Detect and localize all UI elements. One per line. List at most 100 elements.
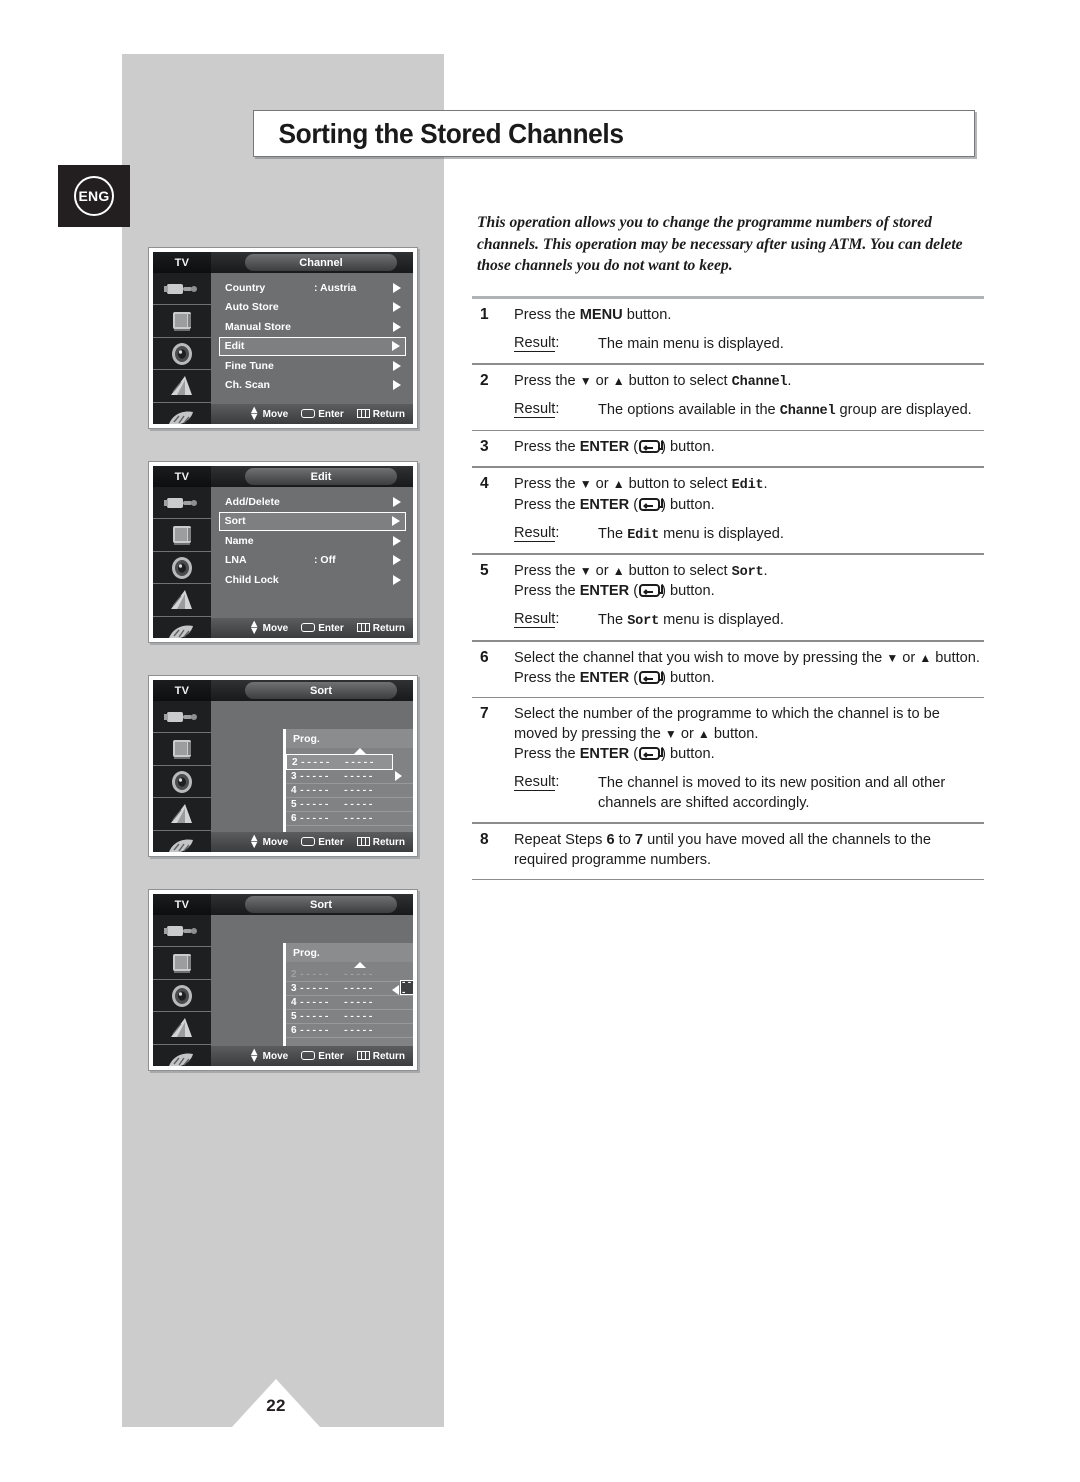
- osd-screenshot-sort-move: TV Sort Prog. 2 ----- ----- 3 ----- ----- 4 ----- -…: [148, 889, 418, 1071]
- chevron-right-icon: [393, 535, 401, 546]
- result-row: Result: The main menu is displayed.: [514, 334, 984, 355]
- enter-key-icon: [301, 408, 316, 420]
- step-body: Press the MENU button. Result: The main me…: [514, 306, 984, 355]
- body-text: ) button.: [661, 746, 715, 763]
- result-row: Result: The Sort menu is displayed.: [514, 611, 984, 632]
- osd-menu-item[interactable]: Country: Austria: [219, 278, 406, 298]
- osd-hint-return: Return: [356, 1050, 405, 1062]
- plug-icon: [153, 915, 211, 948]
- osd-menu-item[interactable]: Sort: [219, 511, 406, 531]
- speaker-icon: [153, 338, 211, 371]
- osd-menu-item-value: : Off: [314, 554, 336, 567]
- osd-sort-row-field2: -----: [343, 799, 375, 810]
- osd-menu-item-label: Fine Tune: [225, 359, 274, 372]
- osd-footer-hints: ▲ ▼ Move Enter Return: [211, 1046, 413, 1066]
- osd-menu-item-label: Auto Store: [225, 301, 279, 314]
- osd-sort-row[interactable]: 6 ----- -----: [286, 812, 413, 826]
- osd-menu-item[interactable]: Child Lock: [219, 570, 406, 590]
- emphasis-text: ENTER: [579, 439, 630, 456]
- step-body: Press the ▼ or ▲ button to select Channe…: [514, 372, 984, 422]
- osd-sort-row-number: 6: [291, 1025, 297, 1036]
- tv-set-icon: [153, 733, 211, 766]
- osd-content: Country: Austria Auto Store Manual Store Ed…: [211, 273, 413, 424]
- osd-menu-item[interactable]: Ch. Scan: [219, 376, 406, 396]
- step-body: Press the ENTER () button.: [514, 438, 984, 458]
- osd-menu-item[interactable]: Add/Delete: [219, 492, 406, 512]
- direction-arrow-icon: ▼: [579, 476, 592, 491]
- osd-hint-label: Enter: [318, 622, 344, 634]
- osd-sort-row[interactable]: 2 ----- -----: [286, 968, 413, 982]
- body-text: button to select: [624, 562, 732, 579]
- body-text: (: [629, 583, 639, 600]
- osd-sort-row-field2: -----: [343, 997, 375, 1008]
- osd-footer-hints: ▲ ▼ Move Enter Return: [211, 618, 413, 638]
- osd-sort-row[interactable]: 4 ----- -----: [286, 996, 413, 1010]
- osd-sort-row[interactable]: 4 ----- -----: [286, 784, 413, 798]
- osd-hint-label: Return: [372, 408, 405, 420]
- step-3: 3 Press the ENTER () button.: [472, 431, 984, 466]
- osd-hint-move: ▲ ▼ Move: [249, 405, 288, 423]
- osd-sort-row-field1: -----: [299, 983, 331, 994]
- up-down-arrows-icon: ▲ ▼: [248, 1046, 260, 1065]
- osd-sort-panel: Prog. 2 ----- ----- 3 ----- ----- 4 ----- ----- 5-…: [283, 729, 413, 839]
- chevron-right-icon: [393, 321, 401, 332]
- up-down-arrows-icon: ▲ ▼: [248, 618, 260, 637]
- osd-menu-item-value: : Austria: [314, 281, 357, 294]
- osd-top-bar: TV Sort: [153, 894, 413, 915]
- step-number: 1: [480, 306, 489, 323]
- osd-menu-item[interactable]: LNA : Off: [219, 551, 406, 571]
- chevron-right-icon: [393, 555, 401, 566]
- body-text: menu is displayed.: [659, 525, 784, 542]
- osd-menu-item[interactable]: Edit: [219, 336, 406, 356]
- body-text: ) button.: [661, 439, 715, 456]
- step-body: Select the channel that you wish to move…: [514, 649, 984, 689]
- osd-top-bar: TV Edit: [153, 466, 413, 487]
- emphasis-text: 6: [606, 831, 615, 848]
- osd-sort-rows: 2 ----- ----- 3 ----- ----- 4 ----- ----- 5 ----- -…: [286, 962, 413, 1053]
- result-text: The options available in the Channel gro…: [598, 401, 984, 422]
- osd-source-label: TV: [153, 466, 211, 487]
- body-text: (: [629, 439, 639, 456]
- osd-sort-row[interactable]: 5 ----- -----: [286, 1010, 413, 1024]
- feature-icon: [153, 1012, 211, 1045]
- page-number: 22: [266, 1396, 286, 1415]
- osd-sort-row[interactable]: 2 ----- -----: [286, 754, 393, 770]
- emphasis-text: MENU: [579, 307, 623, 323]
- page-title: Sorting the Stored Channels: [278, 117, 624, 149]
- osd-icon-rail: [153, 701, 211, 852]
- step-instruction-line: Press the ENTER () button.: [514, 438, 984, 458]
- osd-menu-item[interactable]: Name: [219, 531, 406, 551]
- direction-arrow-icon: ▲: [612, 476, 625, 491]
- body-text: The options available in the: [598, 402, 780, 419]
- osd-sort-row[interactable]: 5 ----- -----: [286, 798, 413, 812]
- menu-bars-icon: [356, 408, 370, 420]
- osd-hint-enter: Enter: [301, 1050, 344, 1062]
- osd-menu-item[interactable]: Auto Store: [219, 298, 406, 318]
- osd-sort-row-number: 2: [292, 756, 298, 768]
- step-instruction-line: Press the ENTER () button.: [514, 496, 984, 516]
- osd-menu-item[interactable]: Fine Tune: [219, 356, 406, 376]
- osd-menu-title: Channel: [245, 254, 397, 271]
- osd-inner: TV Channel Country: Austria Auto Store Manua…: [153, 252, 413, 424]
- direction-arrow-icon: ▲: [919, 650, 932, 665]
- feature-icon: [153, 370, 211, 403]
- osd-menu-item[interactable]: Manual Store: [219, 317, 406, 337]
- step-body: Press the ▼ or ▲ button to select Sort. P…: [514, 562, 984, 632]
- osd-moving-channel-box: ----- -----: [400, 978, 413, 998]
- osd-sort-rows: 2 ----- ----- 3 ----- ----- 4 ----- ----- 5 ----- -…: [286, 748, 413, 839]
- body-text: .: [787, 372, 792, 389]
- direction-arrow-icon: ▼: [579, 373, 592, 388]
- body-text: Press the: [514, 475, 580, 492]
- step-instruction-line: Press the ▼ or ▲ button to select Sort.: [514, 562, 984, 583]
- osd-menu-item-label: LNA: [225, 554, 247, 567]
- step-number: 5: [480, 561, 489, 579]
- osd-sort-row-number: 3: [291, 983, 297, 994]
- result-row: Result: The channel is moved to its new p…: [514, 774, 984, 814]
- osd-sort-row[interactable]: 6 ----- -----: [286, 1024, 413, 1038]
- osd-top-bar: TV Sort: [153, 680, 413, 701]
- osd-menu-title: Sort: [245, 896, 397, 913]
- step-instruction-line: Press the ▼ or ▲ button to select Channe…: [514, 372, 984, 393]
- menu-term: Channel: [731, 374, 788, 390]
- osd-body: Prog. 2 ----- ----- 3 ----- ----- 4 ----- ----- 5-…: [153, 915, 413, 1066]
- osd-sort-row[interactable]: 3 ----- -----: [286, 770, 413, 784]
